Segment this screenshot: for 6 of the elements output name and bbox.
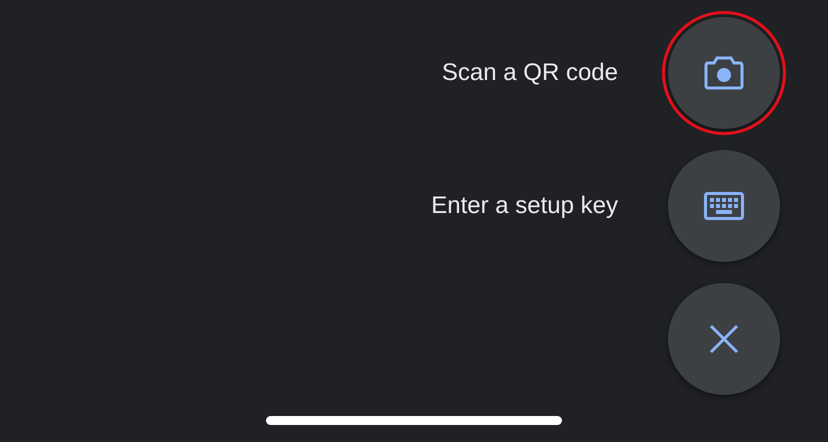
scan-qr-button[interactable]	[668, 17, 780, 129]
action-label: Enter a setup key	[431, 192, 618, 220]
action-label: Scan a QR code	[442, 59, 618, 87]
keyboard-icon	[704, 192, 744, 220]
camera-icon	[704, 56, 744, 90]
close-icon	[709, 324, 739, 354]
